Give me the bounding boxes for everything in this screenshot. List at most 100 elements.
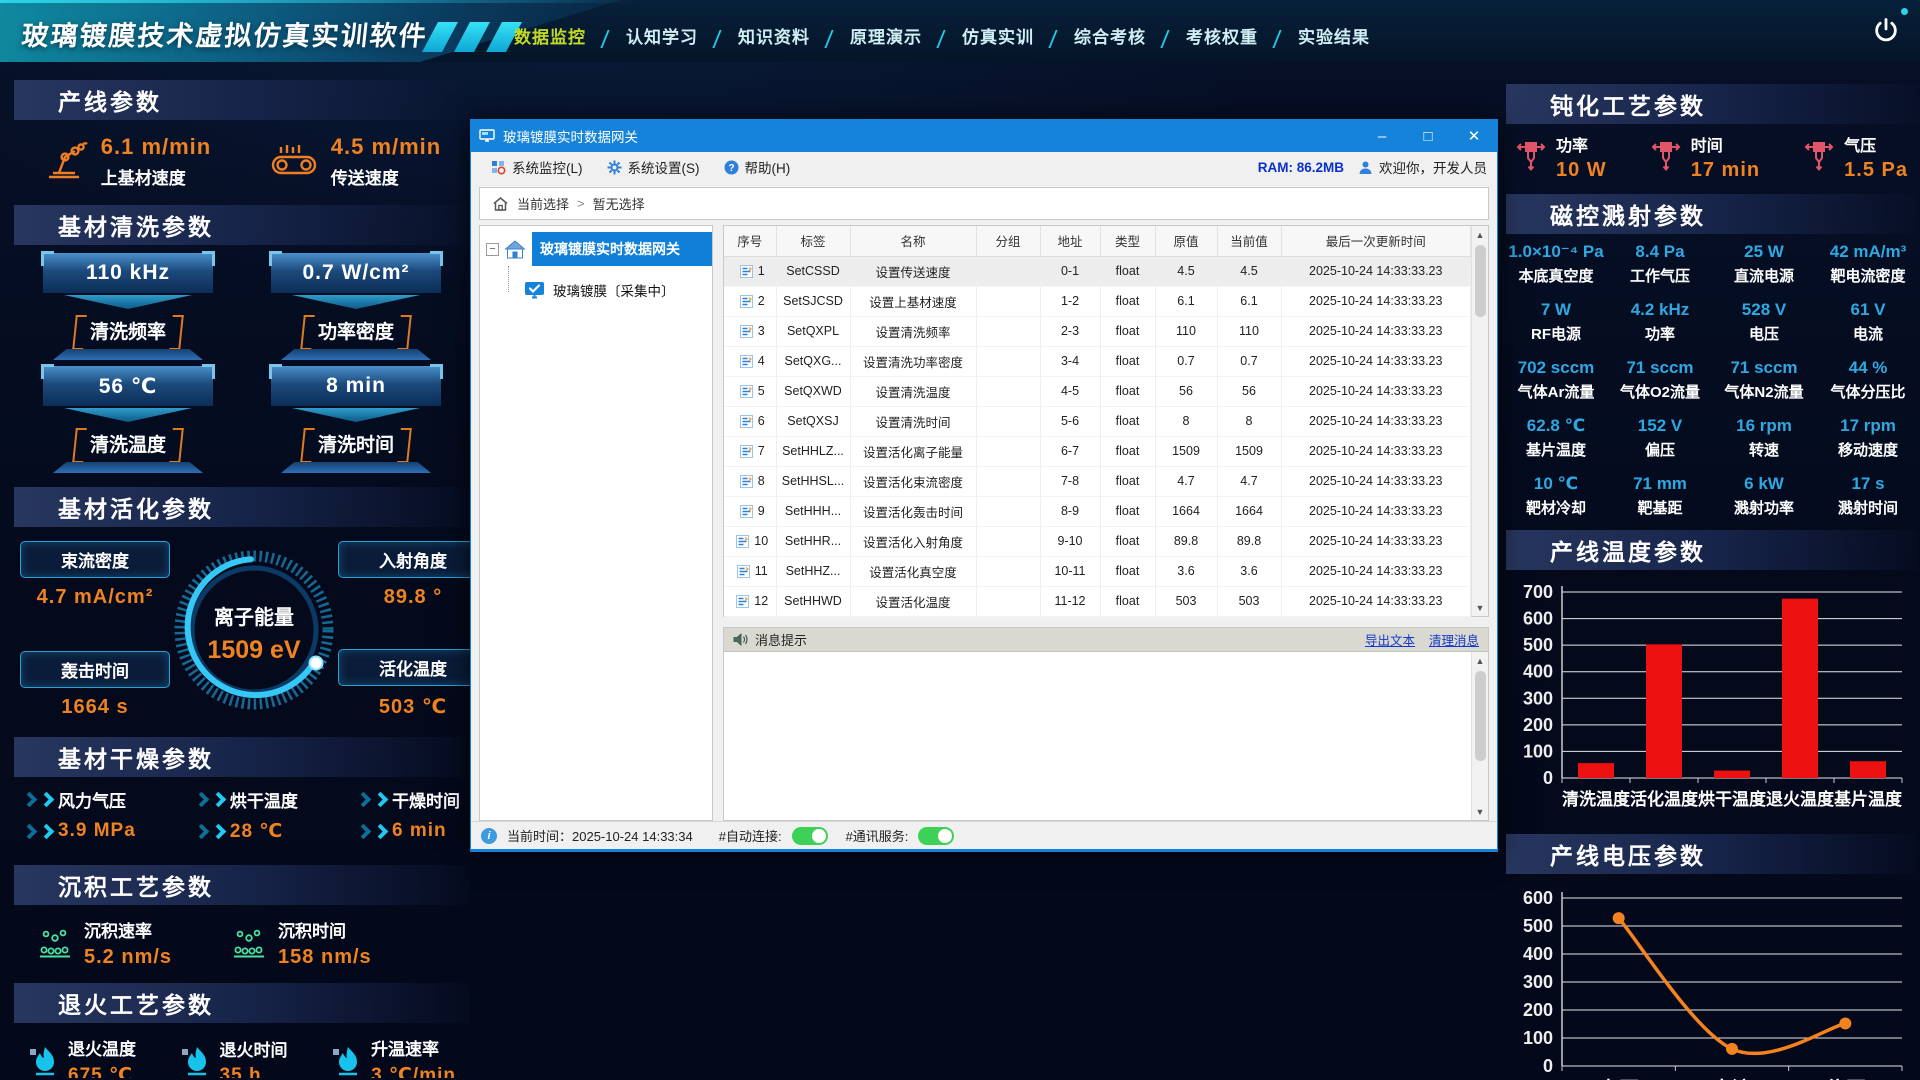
- cell-tag: SetQXPL: [776, 316, 850, 346]
- column-header[interactable]: 最后一次更新时间: [1281, 226, 1471, 256]
- menu-help[interactable]: ? 帮助(H): [714, 153, 801, 181]
- cell-cur: 56: [1217, 376, 1281, 406]
- column-header[interactable]: 地址: [1040, 226, 1100, 256]
- cell-cur: 110: [1217, 316, 1281, 346]
- window-titlebar[interactable]: 玻璃镀膜实时数据网关 – □ ✕: [471, 120, 1497, 152]
- svg-text:700: 700: [1523, 582, 1553, 602]
- menu-system-monitor[interactable]: 系统监控(L): [481, 153, 593, 181]
- param-value: 61 V: [1818, 300, 1918, 320]
- column-header[interactable]: 类型: [1100, 226, 1155, 256]
- section-header-deposition: 沉积工艺参数: [14, 865, 470, 905]
- param-label: 清洗温度: [74, 428, 182, 459]
- nav-item[interactable]: 认知学习: [612, 19, 724, 52]
- cell-seq: 4: [758, 354, 765, 368]
- comm-service-toggle[interactable]: [918, 827, 954, 845]
- cell-group: [976, 406, 1040, 436]
- cell-type: float: [1100, 316, 1155, 346]
- right-parameter-panel: 钝化工艺参数 功率 10 W 时间 17 min: [1506, 84, 1918, 1080]
- table-row[interactable]: 8 SetHHSL... 设置活化束流密度 7-8 float 4.7 4.7 …: [724, 466, 1471, 496]
- cell-time: 2025-10-24 14:33:33.23: [1281, 286, 1471, 316]
- table-scrollbar[interactable]: ▲ ▼: [1471, 226, 1488, 616]
- nav-item[interactable]: 仿真实训: [948, 19, 1060, 52]
- svg-text:600: 600: [1523, 609, 1553, 629]
- column-header[interactable]: 原值: [1155, 226, 1217, 256]
- cell-type: float: [1100, 526, 1155, 556]
- minimize-button[interactable]: –: [1359, 120, 1405, 152]
- nav-item[interactable]: 原理演示: [836, 19, 948, 52]
- table-row[interactable]: 5 SetQXWD 设置清洗温度 4-5 float 56 56 2025-10…: [724, 376, 1471, 406]
- svg-text:烘干温度: 烘干温度: [1698, 789, 1767, 809]
- scroll-up-icon[interactable]: ▲: [1472, 652, 1488, 669]
- cell-time: 2025-10-24 14:33:33.23: [1281, 526, 1471, 556]
- cell-addr: 4-5: [1040, 376, 1100, 406]
- table-row[interactable]: 2 SetSJCSD 设置上基材速度 1-2 float 6.1 6.1 202…: [724, 286, 1471, 316]
- message-scrollbar[interactable]: ▲ ▼: [1471, 652, 1488, 820]
- param-value: 17 rpm: [1818, 416, 1918, 436]
- column-header[interactable]: 分组: [976, 226, 1040, 256]
- export-text-link[interactable]: 导出文本: [1365, 630, 1415, 649]
- nav-item[interactable]: 综合考核: [1060, 19, 1172, 52]
- slash-icon: [454, 22, 490, 52]
- tree-root-label[interactable]: 玻璃镀膜实时数据网关: [532, 232, 712, 266]
- tree-child-node[interactable]: 玻璃镀膜〔采集中〕: [524, 280, 712, 300]
- table-row[interactable]: 3 SetQXPL 设置清洗频率 2-3 float 110 110 2025-…: [724, 316, 1471, 346]
- nav-item[interactable]: 考核权重: [1172, 19, 1284, 52]
- table-row[interactable]: 10 SetHHR... 设置活化入射角度 9-10 float 89.8 89…: [724, 526, 1471, 556]
- user-icon: [1358, 160, 1373, 175]
- cell-type: float: [1100, 256, 1155, 286]
- column-header[interactable]: 名称: [850, 226, 976, 256]
- scroll-up-icon[interactable]: ▲: [1472, 226, 1488, 243]
- cell-name: 设置活化束流密度: [850, 466, 976, 496]
- table-row[interactable]: 7 SetHHLZ... 设置活化离子能量 6-7 float 1509 150…: [724, 436, 1471, 466]
- section-header-drying: 基材干燥参数: [14, 737, 470, 777]
- scroll-down-icon[interactable]: ▼: [1472, 803, 1488, 820]
- table-row[interactable]: 1 SetCSSD 设置传送速度 0-1 float 4.5 4.5 2025-…: [724, 256, 1471, 286]
- sputtering-param: 61 V 电流: [1818, 300, 1918, 344]
- cell-time: 2025-10-24 14:33:33.23: [1281, 376, 1471, 406]
- maximize-button[interactable]: □: [1405, 120, 1451, 152]
- column-header[interactable]: 当前值: [1217, 226, 1281, 256]
- cell-seq: 10: [754, 534, 768, 548]
- nav-item[interactable]: 实验结果: [1284, 19, 1396, 52]
- sputtering-param: 1.0×10⁻⁴ Pa 本底真空度: [1506, 242, 1606, 286]
- table-row[interactable]: 12 SetHHWD 设置活化温度 11-12 float 503 503 20…: [724, 586, 1471, 616]
- column-header[interactable]: 标签: [776, 226, 850, 256]
- sputtering-param: 16 rpm 转速: [1714, 416, 1814, 460]
- param-value: 8.4 Pa: [1610, 242, 1710, 262]
- nav-item[interactable]: 数据监控: [500, 19, 612, 52]
- cell-time: 2025-10-24 14:33:33.23: [1281, 556, 1471, 586]
- power-button[interactable]: [1872, 16, 1902, 46]
- param-label: 烘干温度: [230, 787, 298, 812]
- scroll-thumb[interactable]: [1475, 671, 1486, 761]
- auto-connect-toggle[interactable]: [792, 827, 828, 845]
- menu-system-settings[interactable]: 系统设置(S): [597, 153, 710, 181]
- cell-orig: 503: [1155, 586, 1217, 616]
- cell-seq: 7: [758, 444, 765, 458]
- table-header-row[interactable]: 序号标签名称分组地址类型原值当前值最后一次更新时间: [724, 226, 1471, 256]
- cell-seq: 6: [758, 414, 765, 428]
- cell-type: float: [1100, 376, 1155, 406]
- table-row[interactable]: 11 SetHHZ... 设置活化真空度 10-11 float 3.6 3.6…: [724, 556, 1471, 586]
- cell-addr: 8-9: [1040, 496, 1100, 526]
- param-label: 直流电源: [1714, 265, 1814, 286]
- svg-text:0: 0: [1543, 768, 1553, 788]
- tree-expander-icon[interactable]: −: [486, 243, 499, 256]
- column-header[interactable]: 序号: [724, 226, 776, 256]
- table-row[interactable]: 4 SetQXG... 设置清洗功率密度 3-4 float 0.7 0.7 2…: [724, 346, 1471, 376]
- close-button[interactable]: ✕: [1451, 120, 1497, 152]
- drying-param: 烘干温度 28 ℃: [196, 787, 298, 851]
- cell-tag: SetHHWD: [776, 586, 850, 616]
- clear-messages-link[interactable]: 清理消息: [1429, 630, 1479, 649]
- point-icon: [740, 415, 753, 428]
- activation-grid: 束流密度 4.7 mA/cm² 轰击时间 1664 s 离子能量 1509 eV…: [20, 535, 464, 725]
- table-row[interactable]: 6 SetQXSJ 设置清洗时间 5-6 float 8 8 2025-10-2…: [724, 406, 1471, 436]
- menu-label: 帮助(H): [745, 157, 791, 177]
- cell-cur: 4.5: [1217, 256, 1281, 286]
- tree-root-node[interactable]: − 玻璃镀膜实时数据网关: [480, 232, 712, 266]
- scroll-down-icon[interactable]: ▼: [1472, 599, 1488, 616]
- home-icon[interactable]: [492, 196, 509, 212]
- param-label: 靶电流密度: [1818, 265, 1918, 286]
- table-row[interactable]: 9 SetHHH... 设置活化轰击时间 8-9 float 1664 1664…: [724, 496, 1471, 526]
- nav-item[interactable]: 知识资料: [724, 19, 836, 52]
- scroll-thumb[interactable]: [1475, 245, 1486, 317]
